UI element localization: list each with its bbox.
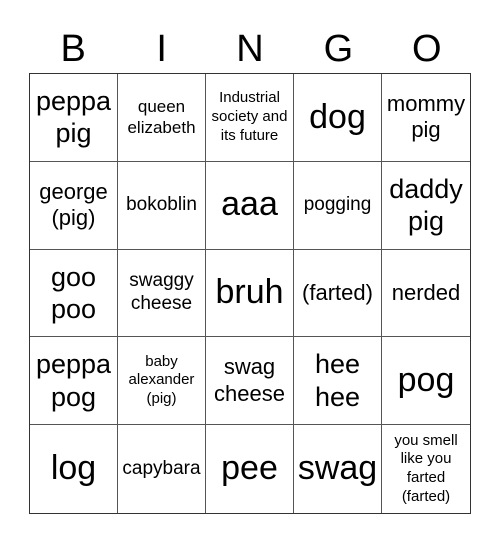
bingo-cell[interactable]: baby alexander (pig) <box>118 337 206 426</box>
bingo-cell[interactable]: bruh <box>206 249 294 338</box>
bingo-cell[interactable]: swag cheese <box>206 337 294 426</box>
header-letter-n: N <box>236 28 264 70</box>
bingo-cell[interactable]: pee <box>206 425 294 513</box>
bingo-card: peppa pig queen elizabeth Industrial soc… <box>29 73 471 514</box>
header-letter-o: O <box>412 28 442 70</box>
bingo-header: B I N G O <box>29 26 471 72</box>
bingo-cell[interactable]: bokoblin <box>118 161 206 250</box>
bingo-cell[interactable]: swag <box>294 425 382 513</box>
bingo-cell[interactable]: peppa pig <box>30 74 118 162</box>
bingo-cell[interactable]: nerded <box>382 250 470 338</box>
bingo-cell[interactable]: dog <box>294 74 382 162</box>
bingo-cell[interactable]: peppa pog <box>30 337 118 426</box>
bingo-cell[interactable]: you smell like you farted (farted) <box>382 425 470 513</box>
bingo-cell[interactable]: swaggy cheese <box>118 249 206 338</box>
bingo-cell[interactable]: goo poo <box>30 249 118 338</box>
header-letter-i: I <box>156 28 167 70</box>
bingo-cell[interactable]: pog <box>382 337 470 426</box>
bingo-cell[interactable]: log <box>30 425 118 513</box>
header-letter-g: G <box>323 28 354 70</box>
bingo-cell[interactable]: (farted) <box>294 249 382 338</box>
bingo-cell[interactable]: daddy pig <box>382 162 470 250</box>
bingo-cell[interactable]: queen elizabeth <box>118 74 206 162</box>
bingo-cell[interactable]: hee hee <box>294 337 382 426</box>
bingo-cell[interactable]: george (pig) <box>30 161 118 250</box>
header-letter-b: B <box>60 28 86 70</box>
bingo-cell[interactable]: aaa <box>206 161 294 250</box>
bingo-cell[interactable]: pogging <box>294 161 382 250</box>
bingo-cell[interactable]: mommy pig <box>382 74 470 162</box>
bingo-cell[interactable]: Industrial society and its future <box>206 74 294 162</box>
bingo-cell[interactable]: capybara <box>118 425 206 513</box>
